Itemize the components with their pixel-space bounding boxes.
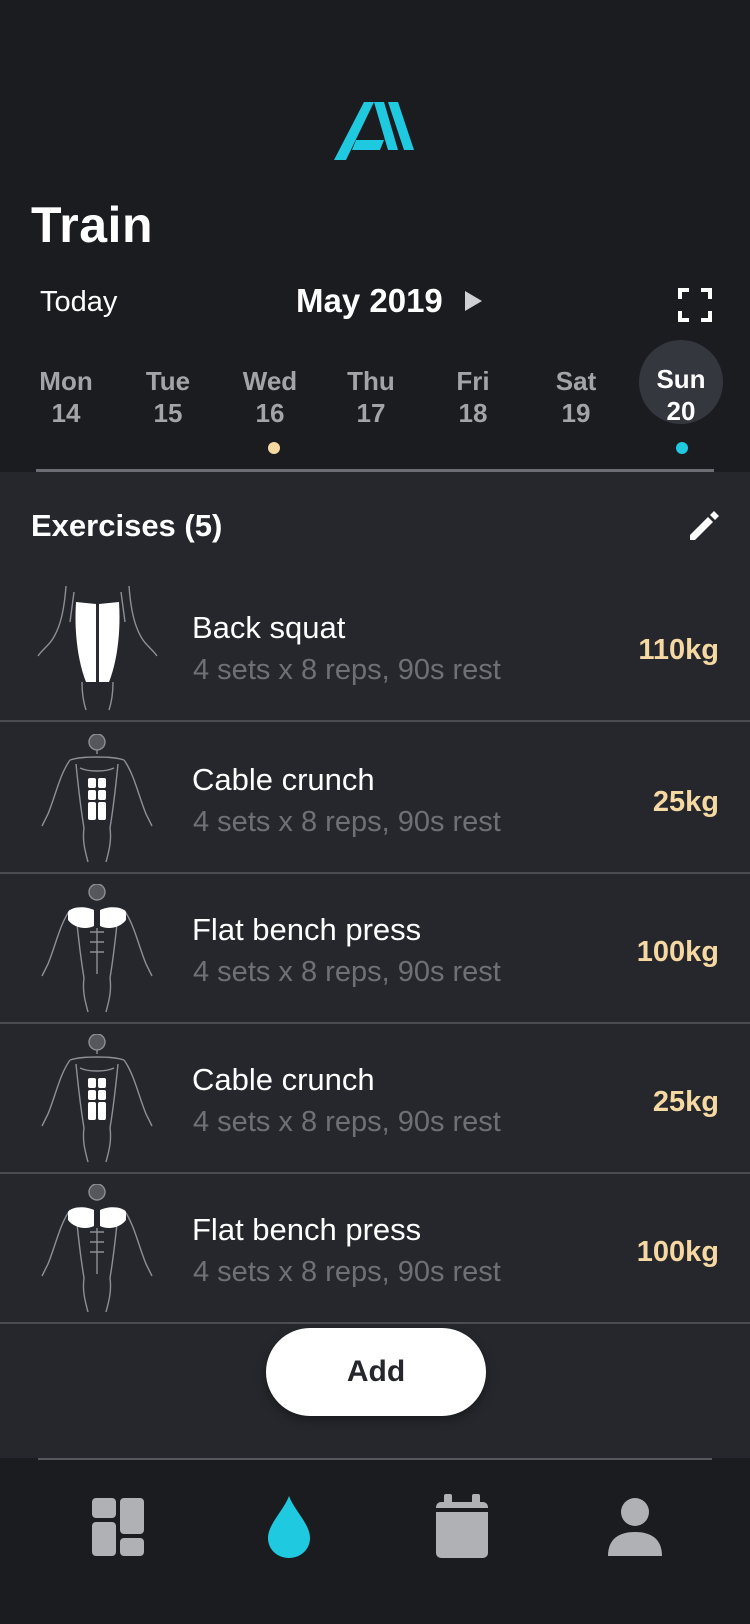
abs-muscle-icon [41,734,153,863]
legs-muscle-icon [37,585,158,711]
exercise-meta: 4 sets x 8 reps, 90s rest [193,1106,501,1138]
day-name: Mon [39,366,93,396]
exercise-meta: 4 sets x 8 reps, 90s rest [193,806,501,838]
day-date: 19 [561,398,591,428]
section-title: Exercises (5) [31,508,223,543]
dashboard-icon[interactable] [88,1492,158,1562]
abs-muscle-icon [41,1034,153,1163]
month-selector[interactable]: May 2019 [296,282,482,320]
exercise-name: Back squat [192,610,346,645]
calendar-icon[interactable] [430,1492,500,1562]
exercise-weight: 25kg [652,1086,719,1118]
exercise-row[interactable]: Flat bench press 4 sets x 8 reps, 90s re… [0,1174,750,1324]
exercise-name: Cable crunch [192,762,375,797]
day-date: 17 [356,398,386,428]
day-fri-18[interactable]: Fri 18 [431,346,515,430]
day-wed-16[interactable]: Wed 16 [228,346,312,430]
chest-muscle-icon [41,884,153,1013]
exercise-name: Cable crunch [192,1062,375,1097]
day-date: 14 [51,398,81,428]
exercise-weight: 100kg [636,1236,719,1268]
exercise-meta: 4 sets x 8 reps, 90s rest [193,654,501,686]
exercise-meta: 4 sets x 8 reps, 90s rest [193,956,501,988]
week-strip: Mon 14 Tue 15 Wed 16 Thu 17 Fri 18 Sat 1… [0,340,750,456]
expand-icon[interactable] [678,288,712,322]
workout-dot-indicator [268,442,280,454]
day-name: Wed [242,366,298,396]
add-button-label: Add [346,1355,406,1388]
drop-icon[interactable] [254,1492,324,1562]
day-name: Fri [456,366,490,396]
day-mon-14[interactable]: Mon 14 [24,346,108,430]
exercise-weight: 25kg [652,786,719,818]
exercise-row[interactable]: Back squat 4 sets x 8 reps, 90s rest 110… [0,572,750,722]
page-title: Train [31,197,153,253]
day-thu-17[interactable]: Thu 17 [329,346,413,430]
day-name: Tue [145,366,191,396]
exercise-name: Flat bench press [192,912,422,947]
selected-dot-indicator [676,442,688,454]
app-logo-icon [334,102,414,160]
exercise-row[interactable]: Cable crunch 4 sets x 8 reps, 90s rest 2… [0,724,750,874]
divider [0,720,750,722]
month-label: May 2019 [296,282,443,319]
play-arrow-icon [464,291,482,311]
exercise-name: Flat bench press [192,1212,422,1247]
exercise-row[interactable]: Cable crunch 4 sets x 8 reps, 90s rest 2… [0,1024,750,1174]
day-name: Sun [656,364,706,394]
profile-icon[interactable] [600,1492,670,1562]
divider [0,1322,750,1324]
chest-muscle-icon [41,1184,153,1313]
today-button[interactable]: Today [40,286,117,319]
add-button[interactable]: Add [266,1328,486,1416]
day-name: Sat [555,366,597,396]
day-date: 15 [153,398,183,428]
day-tue-15[interactable]: Tue 15 [126,346,210,430]
day-date: 18 [458,398,488,428]
header-area: Train Today May 2019 Mon 14 Tue 15 Wed 1… [0,0,750,472]
pencil-icon[interactable] [686,508,722,544]
exercise-meta: 4 sets x 8 reps, 90s rest [193,1256,501,1288]
bottom-nav [0,1460,750,1624]
day-sat-19[interactable]: Sat 19 [534,346,618,430]
day-name: Thu [347,366,395,396]
day-sun-20-selected[interactable]: Sun 20 [639,340,723,424]
exercise-weight: 100kg [636,936,719,968]
day-date: 16 [255,398,285,428]
day-date: 20 [666,396,696,426]
exercise-row[interactable]: Flat bench press 4 sets x 8 reps, 90s re… [0,874,750,1024]
exercise-weight: 110kg [638,634,719,666]
